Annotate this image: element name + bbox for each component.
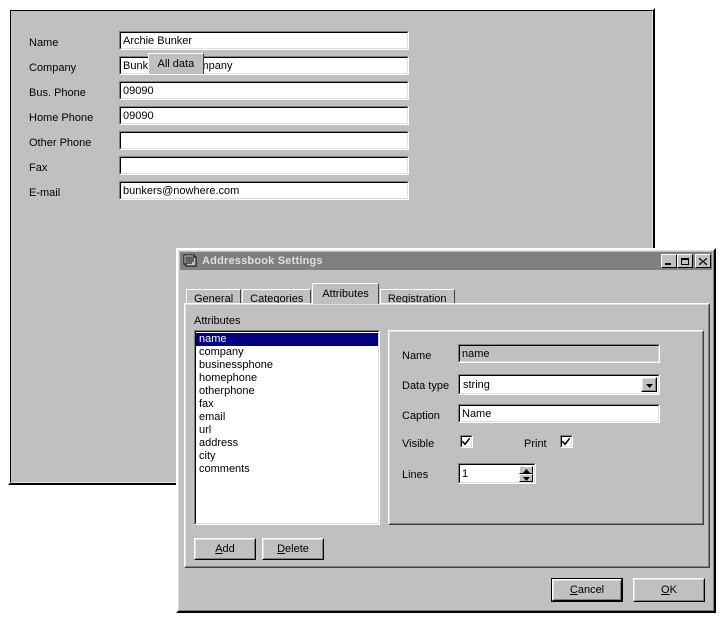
field-label-fax: Fax <box>29 162 48 174</box>
minimize-button[interactable] <box>661 254 677 268</box>
caption-field-value: Name <box>459 405 659 422</box>
attribute-listbox[interactable]: name company businessphone homephone oth… <box>194 330 380 525</box>
attributes-group-label: Attributes <box>194 315 241 327</box>
datatype-dropdown-inner <box>642 378 656 391</box>
field-label-bus-phone: Bus. Phone <box>29 87 86 99</box>
settings-dialog: Addressbook Settings General Categories … <box>176 248 716 613</box>
settings-dialog-title: Addressbook Settings <box>202 255 323 267</box>
detail-label-print: Print <box>524 438 547 450</box>
detail-label-name: Name <box>402 350 432 362</box>
tab-attributes[interactable]: Attributes <box>312 283 379 304</box>
field-label-name: Name <box>29 37 59 49</box>
attribute-detail-panel-inner: Name name Data type string Caption Name … <box>389 331 703 524</box>
attribute-name-field-value: name <box>459 345 659 362</box>
name-field-value: Archie Bunker <box>120 32 408 49</box>
cancel-button-label-rest: ancel <box>577 584 605 596</box>
maximize-icon <box>681 257 689 265</box>
field-label-email: E-mail <box>29 187 61 199</box>
datatype-combobox-value: string <box>459 375 659 394</box>
settings-tabpage-inner: Attributes name company businessphone ho… <box>185 304 709 567</box>
email-field-value: bunkers@nowhere.com <box>120 182 408 199</box>
settings-tabstrip: General Categories Attributes Registrati… <box>186 283 536 307</box>
other-phone-field-value <box>120 132 408 149</box>
settings-tabpage: Attributes name company businessphone ho… <box>184 303 710 568</box>
chevron-down-icon <box>522 472 530 484</box>
close-button[interactable] <box>695 254 711 268</box>
attribute-detail-panel: Name name Data type string Caption Name … <box>388 330 704 525</box>
list-item[interactable]: comments <box>196 463 378 476</box>
field-label-other-phone: Other Phone <box>29 137 92 149</box>
detail-label-datatype: Data type <box>402 380 450 392</box>
ok-button-inner: OK <box>634 579 704 601</box>
list-item[interactable]: url <box>196 424 378 437</box>
screen: Custom Addressbook File <box>0 0 723 617</box>
attribute-listbox-inner: name company businessphone homephone oth… <box>195 331 379 524</box>
settings-dialog-titlebar[interactable]: Addressbook Settings <box>180 252 712 270</box>
delete-button-label-rest: elete <box>285 543 309 555</box>
bus-phone-field[interactable]: 09090 <box>119 81 409 100</box>
ok-button-label: OK <box>661 584 677 596</box>
attribute-name-field[interactable]: name <box>458 344 660 363</box>
home-phone-field-value: 09090 <box>120 107 408 124</box>
cancel-button-label: Cancel <box>569 584 605 596</box>
name-field[interactable]: Archie Bunker <box>119 31 409 50</box>
add-button-label-rest: dd <box>222 543 235 555</box>
list-item[interactable]: otherphone <box>196 385 378 398</box>
cancel-button-border: Cancel <box>552 579 622 601</box>
cancel-button-inner: Cancel <box>553 580 621 600</box>
tab-all-data[interactable]: All data <box>147 53 205 74</box>
cancel-button[interactable]: Cancel <box>551 578 623 602</box>
detail-label-lines: Lines <box>402 469 429 481</box>
add-button-label: Add <box>215 543 235 555</box>
ok-button-label-rest: K <box>669 584 677 596</box>
checkmark-icon <box>462 438 470 445</box>
email-field[interactable]: bunkers@nowhere.com <box>119 181 409 200</box>
add-button[interactable]: Add <box>194 538 256 560</box>
visible-checkbox[interactable] <box>460 435 473 448</box>
lines-spinner[interactable]: 1 <box>458 463 536 484</box>
list-item[interactable]: company <box>196 346 378 359</box>
add-button-inner: Add <box>195 539 255 559</box>
datatype-dropdown-button[interactable] <box>641 377 657 392</box>
field-label-company: Company <box>29 62 77 74</box>
close-icon <box>699 257 707 265</box>
fax-field-value <box>120 157 408 174</box>
detail-label-visible: Visible <box>402 438 435 450</box>
lines-spinner-down-button[interactable] <box>519 474 533 482</box>
detail-label-caption: Caption <box>402 410 440 422</box>
other-phone-field[interactable] <box>119 131 409 150</box>
datatype-combobox[interactable]: string <box>458 374 660 395</box>
print-checkbox[interactable] <box>560 435 573 448</box>
chevron-down-icon <box>645 379 653 391</box>
settings-dialog-titlebar-buttons <box>661 254 711 268</box>
checkmark-icon <box>562 438 570 445</box>
list-item[interactable]: fax <box>196 398 378 411</box>
delete-button[interactable]: Delete <box>262 538 324 560</box>
delete-button-inner: Delete <box>263 539 323 559</box>
maximize-button[interactable] <box>677 254 693 268</box>
home-phone-field[interactable]: 09090 <box>119 106 409 125</box>
addressbook-icon <box>182 254 198 268</box>
list-item[interactable]: homephone <box>196 372 378 385</box>
list-item[interactable]: businessphone <box>196 359 378 372</box>
list-item[interactable]: city <box>196 450 378 463</box>
caption-field[interactable]: Name <box>458 404 660 423</box>
minimize-icon <box>665 263 671 265</box>
lines-spinner-buttons <box>519 466 533 482</box>
bus-phone-field-value: 09090 <box>120 82 408 99</box>
delete-button-label: Delete <box>277 543 309 555</box>
list-item[interactable]: email <box>196 411 378 424</box>
list-item[interactable]: name <box>196 333 378 346</box>
field-label-home-phone: Home Phone <box>29 112 94 124</box>
ok-button[interactable]: OK <box>633 578 705 602</box>
fax-field[interactable] <box>119 156 409 175</box>
list-item[interactable]: address <box>196 437 378 450</box>
